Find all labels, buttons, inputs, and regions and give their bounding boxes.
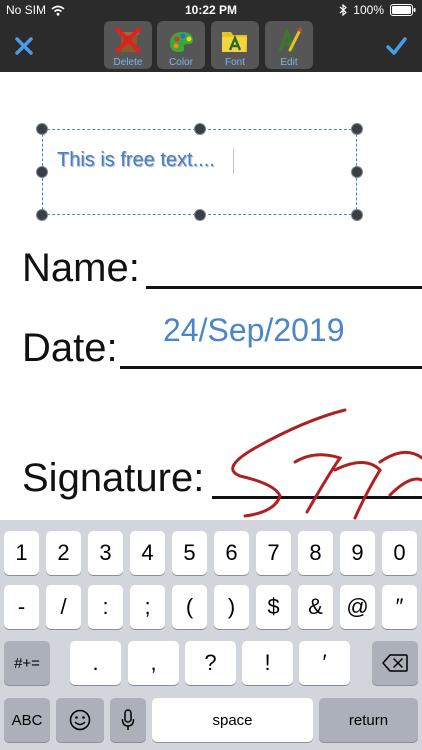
signature-drawing[interactable] bbox=[215, 400, 422, 520]
edit-button[interactable]: Edit bbox=[265, 21, 313, 69]
key-close-paren[interactable]: ) bbox=[214, 585, 249, 629]
resize-handle-top-left[interactable] bbox=[36, 123, 48, 135]
resize-handle-middle-right[interactable] bbox=[351, 166, 363, 178]
edit-text-icon bbox=[278, 27, 302, 52]
resize-handle-top-center[interactable] bbox=[194, 123, 206, 135]
key-5[interactable]: 5 bbox=[172, 531, 207, 575]
key-4[interactable]: 4 bbox=[130, 531, 165, 575]
resize-handle-bottom-center[interactable] bbox=[194, 209, 206, 221]
document-canvas[interactable]: This is free text.... Name: Date: 24/Sep… bbox=[0, 72, 422, 520]
font-button[interactable]: Font bbox=[211, 21, 259, 69]
key-hyphen[interactable]: - bbox=[4, 585, 39, 629]
name-label: Name: bbox=[22, 246, 140, 290]
key-6[interactable]: 6 bbox=[214, 531, 249, 575]
battery-percent: 100% bbox=[353, 3, 384, 17]
backspace-key[interactable] bbox=[372, 641, 418, 685]
resize-handle-top-right[interactable] bbox=[351, 123, 363, 135]
key-3[interactable]: 3 bbox=[88, 531, 123, 575]
key-9[interactable]: 9 bbox=[340, 531, 375, 575]
toolbar: Delete Color Font Edit bbox=[0, 20, 422, 72]
microphone-icon bbox=[121, 709, 135, 730]
emoji-icon bbox=[69, 709, 91, 731]
key-8[interactable]: 8 bbox=[298, 531, 333, 575]
name-line bbox=[146, 286, 422, 289]
status-bar: No SIM 10:22 PM 100% bbox=[0, 0, 422, 20]
resize-handle-bottom-left[interactable] bbox=[36, 209, 48, 221]
key-1[interactable]: 1 bbox=[4, 531, 39, 575]
color-palette-icon bbox=[170, 32, 193, 52]
key-open-paren[interactable]: ( bbox=[172, 585, 207, 629]
key-0[interactable]: 0 bbox=[382, 531, 417, 575]
resize-handle-bottom-right[interactable] bbox=[351, 209, 363, 221]
delete-icon bbox=[115, 27, 141, 53]
color-label: Color bbox=[169, 57, 193, 68]
close-icon[interactable] bbox=[12, 34, 36, 58]
checkmark-icon[interactable] bbox=[384, 34, 408, 58]
key-abc[interactable]: ABC bbox=[4, 698, 50, 742]
date-line bbox=[120, 366, 422, 369]
key-7[interactable]: 7 bbox=[256, 531, 291, 575]
font-label: Font bbox=[224, 57, 245, 68]
free-text-content[interactable]: This is free text.... bbox=[57, 149, 215, 172]
edit-label: Edit bbox=[280, 57, 298, 68]
delete-label: Delete bbox=[113, 57, 143, 68]
signature-label: Signature: bbox=[22, 456, 205, 500]
free-text-annotation[interactable]: This is free text.... bbox=[42, 129, 357, 215]
key-slash[interactable]: / bbox=[46, 585, 81, 629]
text-caret bbox=[233, 148, 234, 174]
key-semicolon[interactable]: ; bbox=[130, 585, 165, 629]
key-dollar[interactable]: $ bbox=[256, 585, 291, 629]
key-ampersand[interactable]: & bbox=[298, 585, 333, 629]
key-prime[interactable]: ′ bbox=[299, 641, 350, 685]
backspace-icon bbox=[382, 654, 408, 672]
key-period[interactable]: . bbox=[70, 641, 121, 685]
key-symbols[interactable]: #+= bbox=[4, 641, 50, 685]
key-double-prime[interactable]: ″ bbox=[382, 585, 417, 629]
color-button[interactable]: Color bbox=[157, 21, 205, 69]
space-key[interactable]: space bbox=[152, 698, 313, 742]
key-2[interactable]: 2 bbox=[46, 531, 81, 575]
dictation-key[interactable] bbox=[110, 698, 146, 742]
key-question[interactable]: ? bbox=[185, 641, 236, 685]
font-folder-icon bbox=[222, 32, 247, 52]
date-label: Date: bbox=[22, 326, 118, 370]
date-annotation[interactable]: 24/Sep/2019 bbox=[163, 312, 345, 349]
bluetooth-icon bbox=[339, 4, 348, 16]
resize-handle-middle-left[interactable] bbox=[36, 166, 48, 178]
status-right: 100% bbox=[339, 3, 416, 17]
emoji-key[interactable] bbox=[56, 698, 104, 742]
key-colon[interactable]: : bbox=[88, 585, 123, 629]
battery-icon bbox=[390, 4, 416, 16]
numeric-keyboard: 1 2 3 4 5 6 7 8 9 0 - / : ; ( ) $ & @ ″ … bbox=[0, 520, 422, 750]
return-key[interactable]: return bbox=[319, 698, 418, 742]
key-at[interactable]: @ bbox=[340, 585, 375, 629]
key-exclamation[interactable]: ! bbox=[242, 641, 293, 685]
key-comma[interactable]: , bbox=[128, 641, 179, 685]
delete-button[interactable]: Delete bbox=[104, 21, 152, 69]
